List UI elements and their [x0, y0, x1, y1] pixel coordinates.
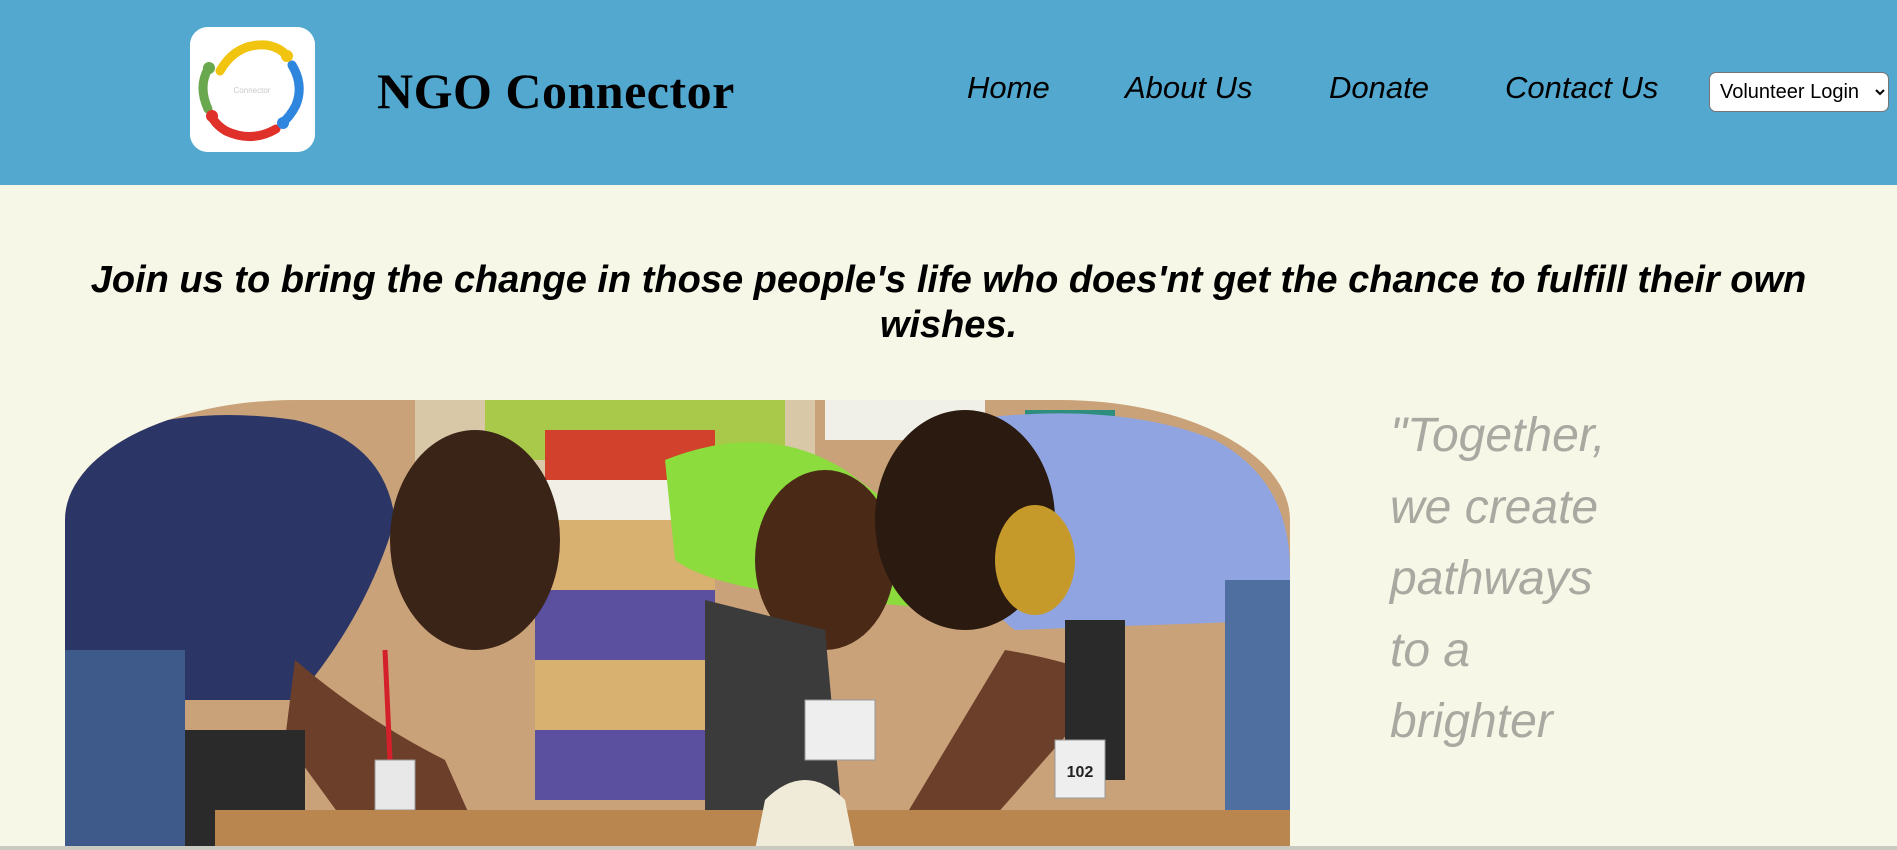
nav-about-link[interactable]: About Us	[1125, 70, 1253, 106]
nav-donate-link[interactable]: Donate	[1329, 70, 1429, 106]
volunteers-image: 102	[65, 400, 1290, 850]
brand-title: NGO Connector	[377, 63, 735, 119]
volunteers-photo: 102	[65, 400, 1290, 850]
nav-home-link[interactable]: Home	[967, 70, 1050, 106]
hands-circle-icon: Connector	[190, 27, 315, 152]
logo[interactable]: Connector	[190, 27, 315, 152]
page-headline: Join us to bring the change in those peo…	[90, 259, 1807, 346]
nav-contact-link[interactable]: Contact Us	[1505, 70, 1658, 106]
quote-text: "Together, we create pathways to a brigh…	[1390, 409, 1606, 748]
site-header: Connector NGO Connector Home About Us Do…	[0, 0, 1897, 185]
horizontal-scrollbar[interactable]	[0, 846, 1897, 850]
logo-text: Connector	[234, 86, 271, 95]
volunteer-login-select[interactable]: Volunteer Login	[1709, 72, 1889, 112]
volunteer-badge-number: 102	[1067, 764, 1094, 781]
